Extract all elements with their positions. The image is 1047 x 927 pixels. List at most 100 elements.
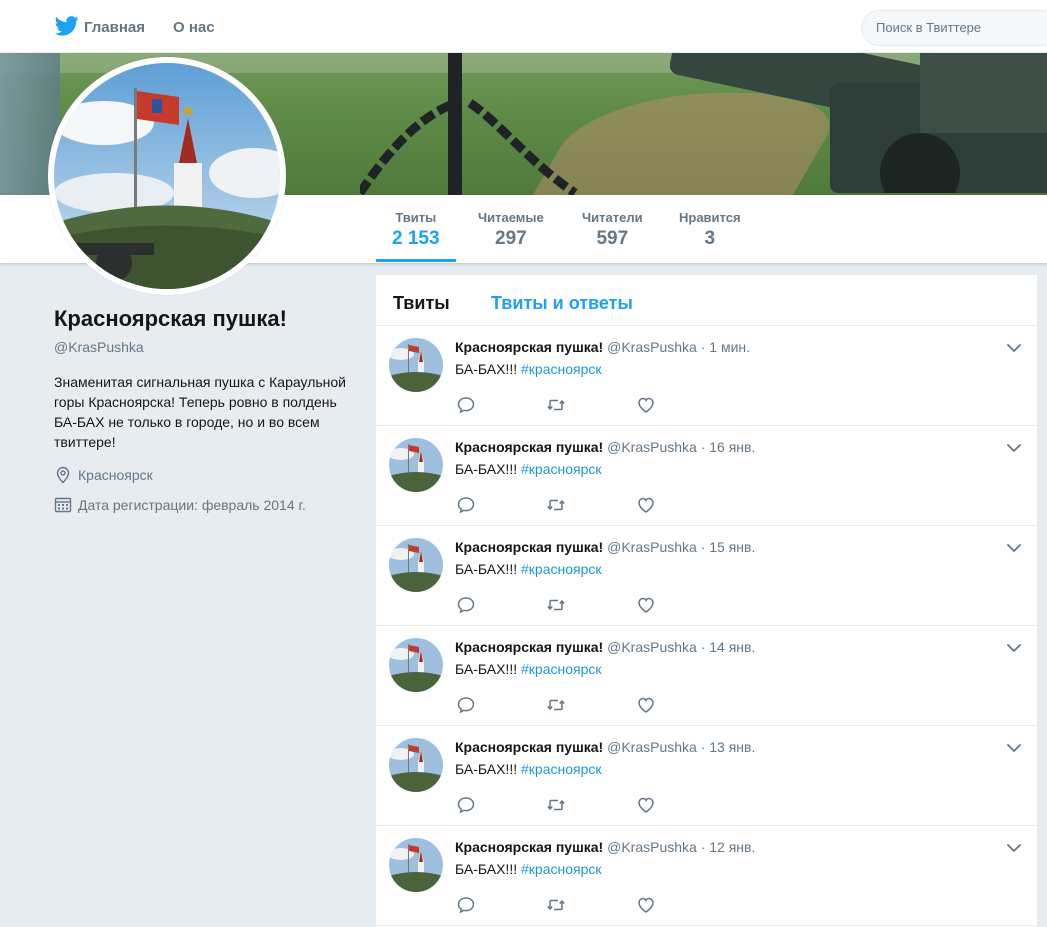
profile-joined: Дата регистрации: февраль 2014 г. bbox=[54, 496, 354, 514]
tab-tweets[interactable]: Твиты bbox=[393, 293, 450, 314]
tweet-avatar[interactable] bbox=[389, 738, 443, 792]
retweet-button[interactable] bbox=[546, 495, 568, 517]
tweet-item[interactable]: Красноярская пушка! @KrasPushka · 13 янв… bbox=[376, 726, 1037, 826]
tweet-separator: · bbox=[700, 339, 706, 355]
reply-button[interactable] bbox=[456, 595, 478, 617]
tweet-item[interactable]: Красноярская пушка! @KrasPushka · 16 янв… bbox=[376, 426, 1037, 526]
tweet-separator: · bbox=[700, 539, 706, 555]
tweet-item[interactable]: Красноярская пушка! @KrasPushka · 1 мин.… bbox=[376, 326, 1037, 426]
twitter-bird-icon[interactable] bbox=[55, 15, 79, 37]
profile-avatar[interactable] bbox=[48, 57, 286, 295]
tweet-avatar-image bbox=[389, 738, 443, 792]
tweet-avatar[interactable] bbox=[389, 638, 443, 692]
retweet-icon bbox=[547, 599, 565, 611]
stat-likes[interactable]: Нравится 3 bbox=[679, 210, 741, 250]
tweet-author-name[interactable]: Красноярская пушка! bbox=[455, 739, 603, 755]
tweet-timestamp[interactable]: 1 мин. bbox=[709, 339, 750, 355]
retweet-button[interactable] bbox=[546, 395, 568, 417]
tweet-timestamp[interactable]: 15 янв. bbox=[709, 539, 755, 555]
like-icon bbox=[638, 897, 654, 913]
cannon-image bbox=[670, 53, 1047, 193]
chevron-down-icon[interactable] bbox=[1006, 742, 1022, 754]
stat-following[interactable]: Читаемые 297 bbox=[478, 210, 544, 250]
search-box[interactable] bbox=[861, 10, 1047, 46]
tweet-body: БА-БАХ!!! bbox=[455, 761, 518, 777]
tweet-avatar[interactable] bbox=[389, 538, 443, 592]
like-button[interactable] bbox=[636, 595, 658, 617]
top-navigation-bar: Главная О нас bbox=[0, 0, 1047, 53]
retweet-button[interactable] bbox=[546, 895, 568, 917]
tweet-author-handle[interactable]: @KrasPushka bbox=[607, 839, 697, 855]
tweet-timestamp[interactable]: 16 янв. bbox=[709, 439, 755, 455]
tweet-body: БА-БАХ!!! bbox=[455, 561, 518, 577]
tweet-header: Красноярская пушка! @KrasPushka · 1 мин. bbox=[455, 339, 750, 355]
chevron-down-icon[interactable] bbox=[1006, 442, 1022, 454]
profile-name[interactable]: Красноярская пушка! bbox=[54, 306, 354, 332]
like-button[interactable] bbox=[636, 895, 658, 917]
retweet-button[interactable] bbox=[546, 595, 568, 617]
tweet-hashtag[interactable]: #красноярск bbox=[521, 861, 602, 877]
search-input[interactable] bbox=[876, 20, 1046, 35]
tweet-header: Красноярская пушка! @KrasPushka · 16 янв… bbox=[455, 439, 755, 455]
tweet-author-handle[interactable]: @KrasPushka bbox=[607, 339, 697, 355]
location-pin-icon bbox=[56, 466, 70, 484]
stat-followers[interactable]: Читатели 597 bbox=[582, 210, 643, 250]
tweet-timestamp[interactable]: 14 янв. bbox=[709, 639, 755, 655]
reply-button[interactable] bbox=[456, 695, 478, 717]
tweet-author-handle[interactable]: @KrasPushka bbox=[607, 639, 697, 655]
tweet-separator: · bbox=[700, 639, 706, 655]
tweet-hashtag[interactable]: #красноярск bbox=[521, 361, 602, 377]
tweet-hashtag[interactable]: #красноярск bbox=[521, 761, 602, 777]
tweet-timestamp[interactable]: 12 янв. bbox=[709, 839, 755, 855]
tweet-hashtag[interactable]: #красноярск bbox=[521, 561, 602, 577]
reply-button[interactable] bbox=[456, 795, 478, 817]
retweet-button[interactable] bbox=[546, 695, 568, 717]
chevron-down-icon[interactable] bbox=[1006, 842, 1022, 854]
like-button[interactable] bbox=[636, 495, 658, 517]
profile-handle[interactable]: @KrasPushka bbox=[54, 339, 354, 355]
like-button[interactable] bbox=[636, 395, 658, 417]
tweet-author-name[interactable]: Красноярская пушка! bbox=[455, 339, 603, 355]
stat-label: Читаемые bbox=[478, 210, 544, 225]
like-icon bbox=[638, 697, 654, 713]
retweet-icon bbox=[547, 699, 565, 711]
tweet-avatar[interactable] bbox=[389, 838, 443, 892]
reply-button[interactable] bbox=[456, 495, 478, 517]
tweet-body: БА-БАХ!!! bbox=[455, 361, 518, 377]
tab-tweets-and-replies[interactable]: Твиты и ответы bbox=[491, 293, 633, 314]
reply-button[interactable] bbox=[456, 895, 478, 917]
tweet-author-handle[interactable]: @KrasPushka bbox=[607, 739, 697, 755]
retweet-button[interactable] bbox=[546, 795, 568, 817]
tweet-timestamp[interactable]: 13 янв. bbox=[709, 739, 755, 755]
tweet-author-handle[interactable]: @KrasPushka bbox=[607, 539, 697, 555]
chevron-down-icon[interactable] bbox=[1006, 542, 1022, 554]
tweet-author-name[interactable]: Красноярская пушка! bbox=[455, 439, 603, 455]
tweet-header: Красноярская пушка! @KrasPushka · 13 янв… bbox=[455, 739, 755, 755]
tweet-avatar[interactable] bbox=[389, 338, 443, 392]
stat-label: Нравится bbox=[679, 210, 741, 225]
tweet-author-name[interactable]: Красноярская пушка! bbox=[455, 639, 603, 655]
reply-icon bbox=[457, 597, 475, 614]
tweet-author-handle[interactable]: @KrasPushka bbox=[607, 439, 697, 455]
avatar-image bbox=[54, 63, 280, 289]
tweet-hashtag[interactable]: #красноярск bbox=[521, 461, 602, 477]
tweet-avatar[interactable] bbox=[389, 438, 443, 492]
tweet-text: БА-БАХ!!! #красноярск bbox=[455, 561, 602, 577]
like-button[interactable] bbox=[636, 695, 658, 717]
chevron-down-icon[interactable] bbox=[1006, 342, 1022, 354]
tweet-author-name[interactable]: Красноярская пушка! bbox=[455, 839, 603, 855]
tweet-item[interactable]: Красноярская пушка! @KrasPushka · 12 янв… bbox=[376, 826, 1037, 926]
reply-button[interactable] bbox=[456, 395, 478, 417]
like-icon bbox=[638, 797, 654, 813]
tweet-author-name[interactable]: Красноярская пушка! bbox=[455, 539, 603, 555]
like-button[interactable] bbox=[636, 795, 658, 817]
profile-sidebar: Красноярская пушка! @KrasPushka Знаменит… bbox=[54, 306, 354, 514]
nav-about-link[interactable]: О нас bbox=[173, 19, 215, 36]
tweet-hashtag[interactable]: #красноярск bbox=[521, 661, 602, 677]
nav-home-link[interactable]: Главная bbox=[84, 19, 145, 36]
stat-tweets[interactable]: Твиты 2 153 bbox=[376, 210, 455, 262]
tweet-item[interactable]: Красноярская пушка! @KrasPushka · 14 янв… bbox=[376, 626, 1037, 726]
tweet-item[interactable]: Красноярская пушка! @KrasPushka · 15 янв… bbox=[376, 526, 1037, 626]
like-icon bbox=[638, 497, 654, 513]
chevron-down-icon[interactable] bbox=[1006, 642, 1022, 654]
